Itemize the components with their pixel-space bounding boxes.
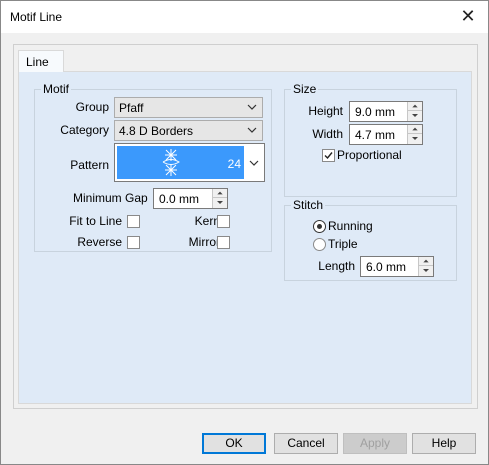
running-radio[interactable] xyxy=(313,220,326,233)
tab-line[interactable]: Line xyxy=(18,50,64,72)
chevron-down-icon xyxy=(247,104,257,110)
pattern-label: Pattern xyxy=(70,158,109,172)
title-bar: Motif Line ✕ xyxy=(0,0,489,33)
dialog-body: Line Motif Group Pfaff Category 4.8 D Bo… xyxy=(0,33,489,465)
reverse-checkbox[interactable] xyxy=(127,236,140,249)
chevron-down-icon xyxy=(247,127,257,133)
apply-button[interactable]: Apply xyxy=(343,433,407,454)
mirror-label: Mirror xyxy=(188,235,220,249)
help-button[interactable]: Help xyxy=(412,433,476,454)
spin-up-icon[interactable] xyxy=(408,125,422,134)
fit-to-line-checkbox[interactable] xyxy=(127,215,140,228)
checkmark-icon xyxy=(324,152,333,160)
group-label: Group xyxy=(75,100,109,114)
height-label: Height xyxy=(308,104,343,118)
length-value: 6.0 mm xyxy=(366,260,407,274)
cancel-button[interactable]: Cancel xyxy=(274,433,338,454)
tab-content-line: Motif Group Pfaff Category 4.8 D Borders… xyxy=(18,71,472,404)
tab-line-label: Line xyxy=(26,55,49,69)
reverse-label: Reverse xyxy=(77,235,122,249)
width-stepper[interactable]: 4.7 mm xyxy=(349,124,423,145)
minimum-gap-spin-buttons xyxy=(212,189,227,208)
size-group-title: Size xyxy=(291,82,319,96)
minimum-gap-stepper[interactable]: 0.0 mm xyxy=(153,188,228,209)
motif-group-title: Motif xyxy=(41,82,72,96)
triple-radio[interactable] xyxy=(313,238,326,251)
spin-up-icon[interactable] xyxy=(213,189,227,198)
minimum-gap-value: 0.0 mm xyxy=(159,192,200,206)
pattern-picker[interactable]: 24 xyxy=(114,143,265,182)
close-icon[interactable]: ✕ xyxy=(458,6,478,26)
spin-down-icon[interactable] xyxy=(408,111,422,120)
category-dropdown-value: 4.8 D Borders xyxy=(119,124,194,138)
height-spin-buttons xyxy=(407,102,422,121)
motif-pattern-icon xyxy=(162,149,180,176)
proportional-label: Proportional xyxy=(337,148,402,162)
category-dropdown[interactable]: 4.8 D Borders xyxy=(114,120,263,141)
minimum-gap-label: Minimum Gap xyxy=(73,191,148,205)
chevron-down-icon[interactable] xyxy=(249,158,259,168)
width-label: Width xyxy=(312,127,343,141)
kern-checkbox[interactable] xyxy=(217,215,230,228)
window-title: Motif Line xyxy=(10,10,63,24)
category-label: Category xyxy=(60,123,109,137)
pattern-preview: 24 xyxy=(117,146,244,179)
spin-down-icon[interactable] xyxy=(408,134,422,143)
spin-down-icon[interactable] xyxy=(213,198,227,207)
length-stepper[interactable]: 6.0 mm xyxy=(360,256,434,277)
fit-to-line-label: Fit to Line xyxy=(69,214,122,228)
radio-selected-dot xyxy=(317,224,322,229)
length-spin-buttons xyxy=(418,257,433,276)
pattern-number: 24 xyxy=(227,157,241,171)
proportional-checkbox[interactable] xyxy=(322,149,335,162)
spin-down-icon[interactable] xyxy=(419,266,433,275)
group-dropdown-value: Pfaff xyxy=(119,101,144,115)
spin-up-icon[interactable] xyxy=(419,257,433,266)
stitch-group-title: Stitch xyxy=(291,198,326,212)
group-dropdown[interactable]: Pfaff xyxy=(114,97,263,118)
mirror-checkbox[interactable] xyxy=(217,236,230,249)
triple-label: Triple xyxy=(328,237,358,251)
stitch-group: Stitch Running Triple Length 6.0 mm xyxy=(284,198,457,281)
running-label: Running xyxy=(328,219,373,233)
width-value: 4.7 mm xyxy=(355,128,396,142)
length-label: Length xyxy=(318,259,355,273)
spin-up-icon[interactable] xyxy=(408,102,422,111)
ok-button[interactable]: OK xyxy=(202,433,266,454)
width-spin-buttons xyxy=(407,125,422,144)
size-group: Size Height 9.0 mm Width 4.7 mm Proporti… xyxy=(284,82,457,197)
motif-group: Motif Group Pfaff Category 4.8 D Borders… xyxy=(34,82,272,252)
height-value: 9.0 mm xyxy=(355,105,396,119)
height-stepper[interactable]: 9.0 mm xyxy=(349,101,423,122)
